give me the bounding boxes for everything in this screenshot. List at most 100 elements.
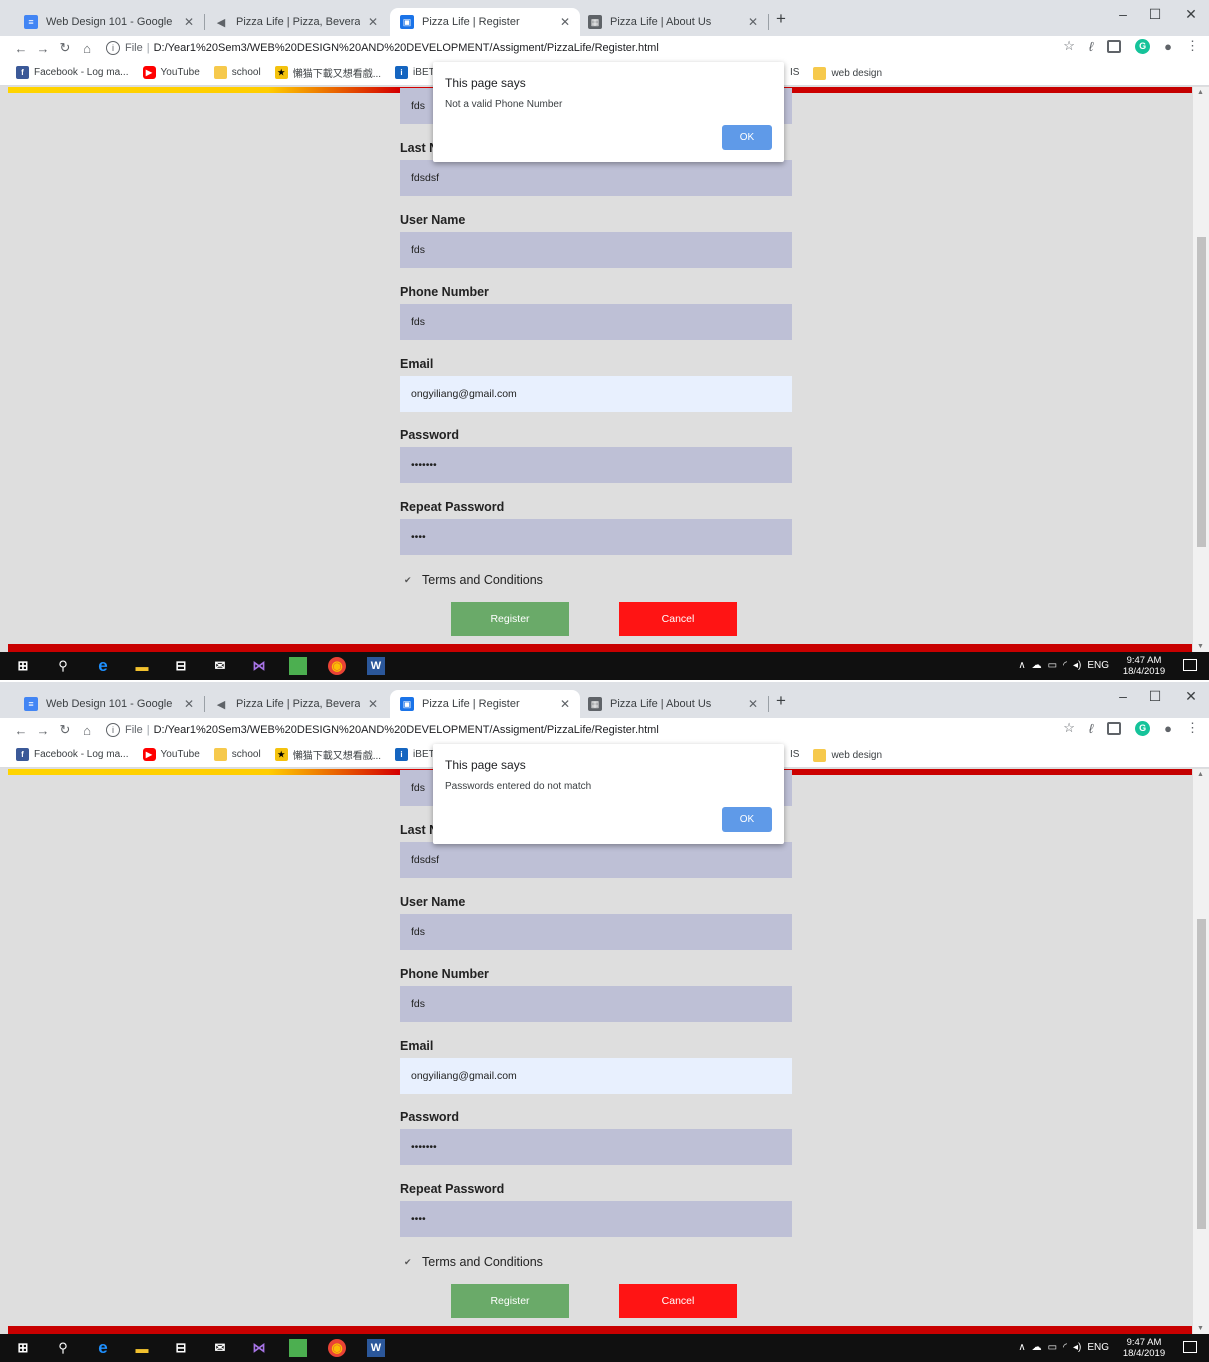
- info-icon[interactable]: i: [106, 723, 120, 737]
- word-icon[interactable]: W: [367, 657, 385, 675]
- bookmark-folder-web-design[interactable]: web design: [813, 67, 882, 80]
- tab-google-docs[interactable]: ≡ Web Design 101 - Google Docs ✕: [14, 8, 205, 36]
- register-button[interactable]: Register: [451, 602, 569, 636]
- bookmark-youtube[interactable]: ▶ YouTube: [142, 66, 200, 79]
- minimize-icon[interactable]: –: [1108, 688, 1138, 704]
- visual-studio-icon[interactable]: ⋈: [250, 1339, 268, 1357]
- bookmark-video-site[interactable]: ★ 懶猫下載又想看戲...: [274, 65, 381, 80]
- reload-icon[interactable]: ↻: [54, 40, 76, 56]
- notification-icon[interactable]: [1183, 659, 1197, 671]
- grammarly-icon[interactable]: G: [1135, 720, 1151, 736]
- star-icon[interactable]: ☆: [1063, 38, 1075, 54]
- word-icon[interactable]: W: [367, 1339, 385, 1357]
- back-icon[interactable]: ←: [10, 41, 32, 56]
- page-scrollbar[interactable]: ▲ ▼: [1193, 769, 1209, 1334]
- scroll-thumb[interactable]: [1197, 237, 1206, 547]
- bookmark-facebook[interactable]: f Facebook - Log ma...: [16, 66, 129, 79]
- new-tab-icon[interactable]: +: [776, 9, 786, 29]
- bookmark-video-site[interactable]: ★ 懶猫下載又想看戲...: [274, 747, 381, 762]
- minecraft-icon[interactable]: [289, 1339, 307, 1357]
- repeat-password-input[interactable]: ••••: [400, 1201, 792, 1237]
- close-window-icon[interactable]: ✕: [1176, 688, 1206, 705]
- cloud-icon[interactable]: ☁: [1032, 660, 1042, 671]
- password-input[interactable]: •••••••: [400, 1129, 792, 1165]
- bookmark-youtube[interactable]: ▶ YouTube: [142, 748, 200, 761]
- language-indicator[interactable]: ENG: [1087, 1342, 1109, 1353]
- back-icon[interactable]: ←: [10, 723, 32, 738]
- chevron-up-icon[interactable]: ∧: [1018, 660, 1025, 671]
- volume-icon[interactable]: ◂): [1073, 1342, 1081, 1353]
- tab-google-docs[interactable]: ≡ Web Design 101 - Google Docs ✕: [14, 690, 205, 718]
- search-icon[interactable]: ⚲: [54, 1339, 72, 1357]
- wifi-icon[interactable]: ◜: [1063, 660, 1067, 671]
- clock[interactable]: 9:47 AM 18/4/2019: [1119, 1337, 1169, 1359]
- chrome-icon[interactable]: ◉: [328, 657, 346, 675]
- new-tab-icon[interactable]: +: [776, 691, 786, 711]
- start-icon[interactable]: ⊞: [14, 1339, 32, 1357]
- alert-ok-button[interactable]: OK: [722, 807, 772, 832]
- search-icon[interactable]: ⚲: [54, 657, 72, 675]
- battery-icon[interactable]: ▭: [1048, 660, 1057, 671]
- tab-pizza-life-about[interactable]: ▦ Pizza Life | About Us ✕: [578, 8, 769, 36]
- bookmark-folder-school[interactable]: school: [213, 66, 261, 79]
- profile-icon[interactable]: ●: [1164, 39, 1172, 54]
- store-icon[interactable]: ⊟: [172, 1339, 190, 1357]
- phone-input[interactable]: fds: [400, 986, 792, 1022]
- close-window-icon[interactable]: ✕: [1176, 6, 1206, 23]
- cloud-icon[interactable]: ☁: [1032, 1342, 1042, 1353]
- visual-studio-icon[interactable]: ⋈: [250, 657, 268, 675]
- clock[interactable]: 9:47 AM 18/4/2019: [1119, 655, 1169, 677]
- tab-pizza-life-about[interactable]: ▦ Pizza Life | About Us ✕: [578, 690, 769, 718]
- last-name-input[interactable]: fdsdsf: [400, 842, 792, 878]
- profile-icon[interactable]: ●: [1164, 721, 1172, 736]
- maximize-icon[interactable]: ☐: [1140, 6, 1170, 23]
- screen-capture-icon[interactable]: [1107, 721, 1122, 735]
- file-explorer-icon[interactable]: ▬: [133, 657, 151, 675]
- cancel-button[interactable]: Cancel: [619, 1284, 737, 1318]
- last-name-input[interactable]: fdsdsf: [400, 160, 792, 196]
- terms-checkbox[interactable]: ✔: [404, 575, 414, 585]
- close-icon[interactable]: ✕: [184, 15, 194, 29]
- edge-icon[interactable]: e: [94, 656, 112, 675]
- terms-checkbox[interactable]: ✔: [404, 1257, 414, 1267]
- screen-capture-icon[interactable]: [1107, 39, 1122, 53]
- bookmark-label[interactable]: IS: [790, 749, 799, 762]
- repeat-password-input[interactable]: ••••: [400, 519, 792, 555]
- url-text[interactable]: D:/Year1%20Sem3/WEB%20DESIGN%20AND%20DEV…: [154, 724, 659, 736]
- page-scrollbar[interactable]: ▲ ▼: [1193, 87, 1209, 652]
- close-icon[interactable]: ✕: [748, 697, 758, 711]
- reload-icon[interactable]: ↻: [54, 722, 76, 738]
- close-icon[interactable]: ✕: [368, 697, 378, 711]
- email-input[interactable]: ongyiliang@gmail.com: [400, 376, 792, 412]
- forward-icon[interactable]: →: [32, 723, 54, 738]
- scroll-up-icon[interactable]: ▲: [1197, 89, 1204, 96]
- scroll-up-icon[interactable]: ▲: [1197, 771, 1204, 778]
- tab-pizza-life-menu[interactable]: ◀ Pizza Life | Pizza, Beverage, Sides ✕: [204, 690, 388, 718]
- username-input[interactable]: fds: [400, 914, 792, 950]
- chevron-up-icon[interactable]: ∧: [1018, 1342, 1025, 1353]
- battery-icon[interactable]: ▭: [1048, 1342, 1057, 1353]
- star-icon[interactable]: ☆: [1063, 720, 1075, 736]
- close-icon[interactable]: ✕: [368, 15, 378, 29]
- url-text[interactable]: D:/Year1%20Sem3/WEB%20DESIGN%20AND%20DEV…: [154, 42, 659, 54]
- register-button[interactable]: Register: [451, 1284, 569, 1318]
- store-icon[interactable]: ⊟: [172, 657, 190, 675]
- mail-icon[interactable]: ✉: [211, 1339, 229, 1357]
- wifi-icon[interactable]: ◜: [1063, 1342, 1067, 1353]
- start-icon[interactable]: ⊞: [14, 657, 32, 675]
- grammarly-icon[interactable]: G: [1135, 38, 1151, 54]
- tab-pizza-life-menu[interactable]: ◀ Pizza Life | Pizza, Beverage, Sides ✕: [204, 8, 388, 36]
- alert-ok-button[interactable]: OK: [722, 125, 772, 150]
- username-input[interactable]: fds: [400, 232, 792, 268]
- edge-icon[interactable]: e: [94, 1338, 112, 1357]
- mail-icon[interactable]: ✉: [211, 657, 229, 675]
- password-input[interactable]: •••••••: [400, 447, 792, 483]
- address-bar[interactable]: i File | D:/Year1%20Sem3/WEB%20DESIGN%20…: [106, 723, 659, 737]
- home-icon[interactable]: ⌂: [76, 41, 98, 56]
- menu-icon[interactable]: ⋮: [1186, 720, 1199, 736]
- bookmark-folder-school[interactable]: school: [213, 748, 261, 761]
- terms-label[interactable]: Terms and Conditions: [422, 573, 543, 587]
- chrome-icon[interactable]: ◉: [328, 1339, 346, 1357]
- close-icon[interactable]: ✕: [560, 697, 570, 711]
- email-input[interactable]: ongyiliang@gmail.com: [400, 1058, 792, 1094]
